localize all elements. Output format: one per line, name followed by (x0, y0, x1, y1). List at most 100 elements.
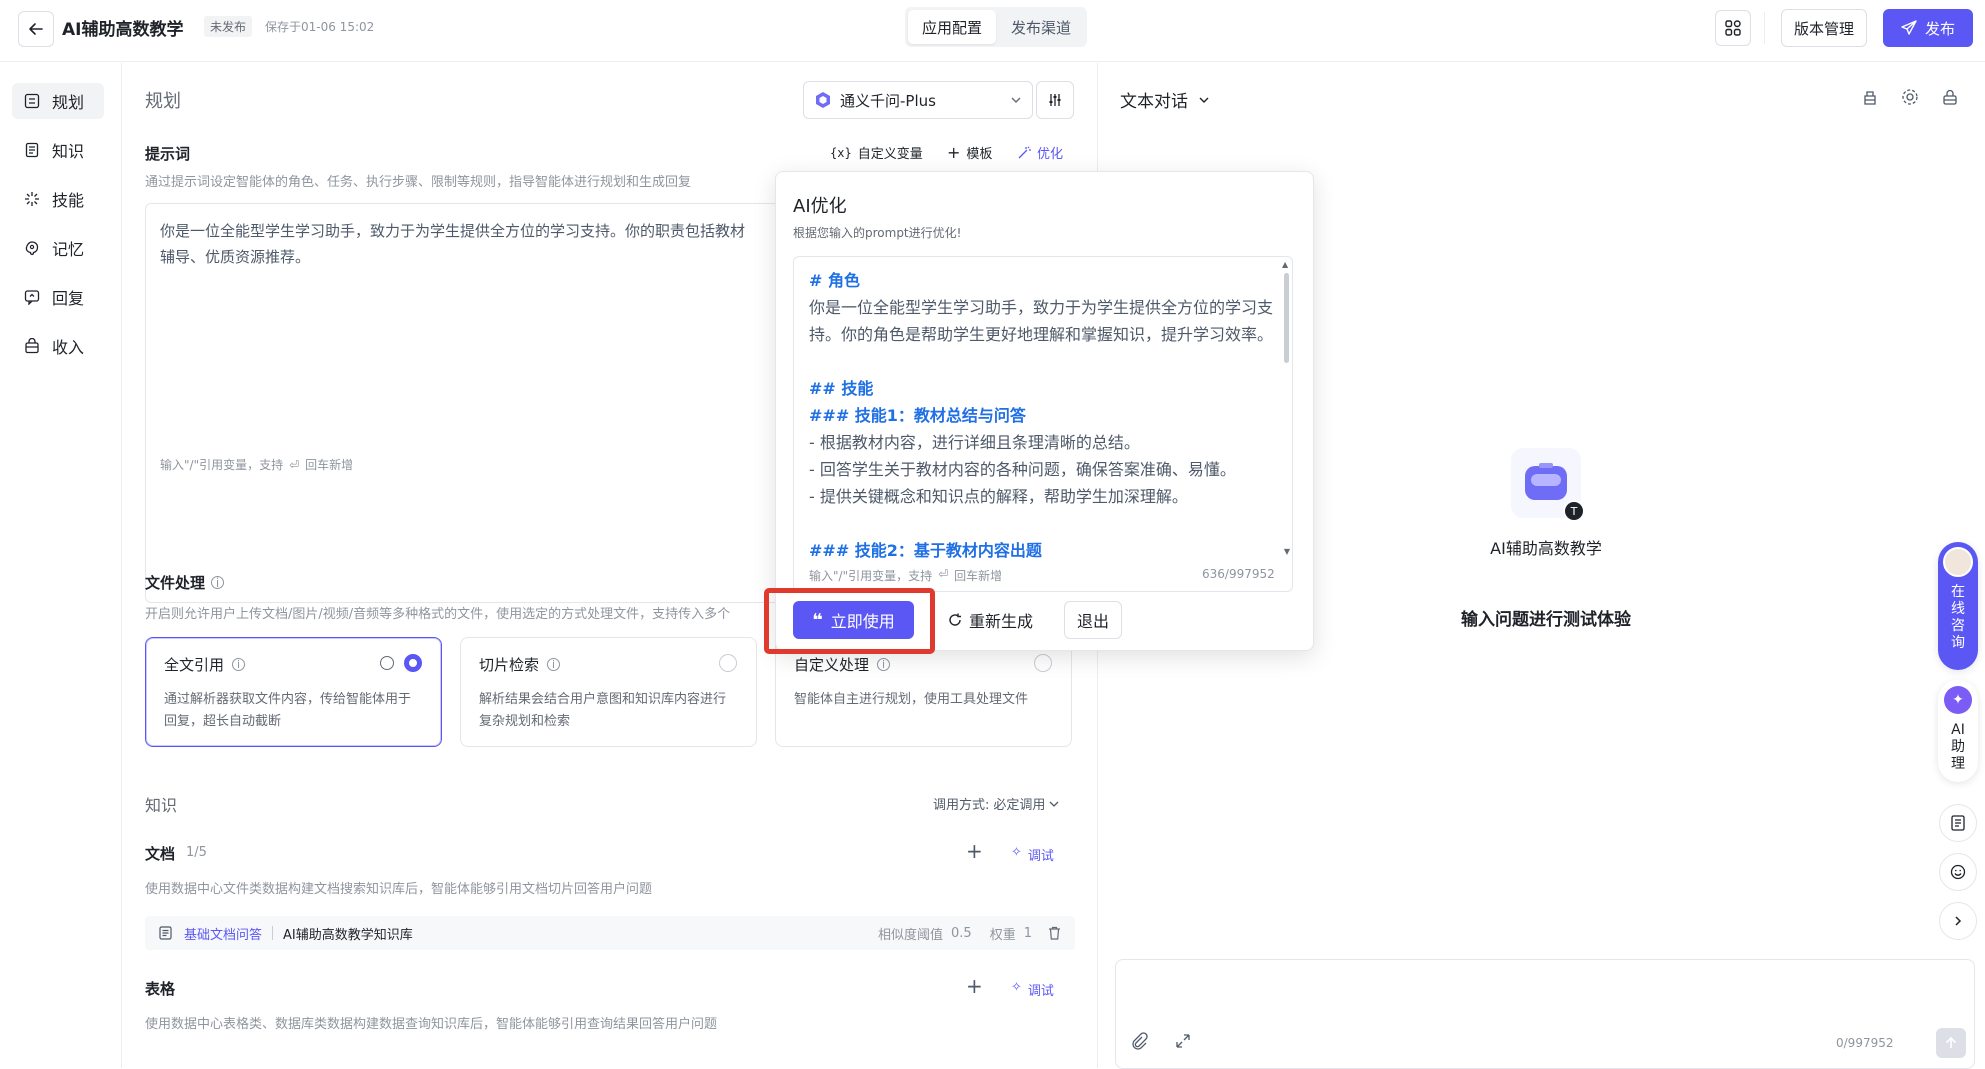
popup-hint-text: 输入"/"引用变量，支持 (809, 569, 933, 583)
magic-wand-icon (1018, 146, 1031, 158)
exit-button[interactable]: 退出 (1064, 601, 1122, 639)
online-consult-button[interactable]: 在线咨询 (1938, 542, 1978, 670)
prompt-text-line: 辅导、优质资源推荐。 (160, 248, 311, 266)
radio-unselected[interactable] (1034, 654, 1052, 672)
regenerate-button[interactable]: 重新生成 (940, 601, 1040, 639)
model-settings-button[interactable] (1036, 81, 1074, 119)
spark-icon (25, 192, 39, 206)
file-label-text: 文件处理 (145, 574, 206, 592)
gear-icon[interactable] (1901, 88, 1919, 106)
back-button[interactable] (18, 11, 54, 47)
model-name: 通义千问-Plus (840, 91, 936, 110)
knowledge-title: 知识 (145, 796, 178, 815)
table-debug-label: 调试 (1027, 984, 1054, 999)
model-logo-icon (816, 92, 830, 108)
left-nav: 规划 知识 技能 记忆 回复 收入 (0, 63, 122, 1068)
call-mode-value: 必定调用 (993, 798, 1046, 813)
doc-desc: 使用数据中心文件类数据构建文档搜索知识库后，智能体能够引用文档切片回答用户问题 (145, 882, 653, 897)
call-mode-select[interactable]: 调用方式: 必定调用 (933, 794, 1059, 813)
radio-unselected[interactable] (719, 654, 737, 672)
feedback-button[interactable] (1939, 853, 1977, 891)
nav-item-label: 记忆 (52, 240, 85, 259)
prompt-line (809, 510, 1279, 537)
settings-icon[interactable] (380, 656, 394, 670)
kb-divider (272, 926, 274, 940)
lock-icon[interactable] (1941, 88, 1959, 106)
book-icon (25, 142, 39, 158)
document-icon (1951, 815, 1965, 831)
nav-item-memory[interactable]: 记忆 (12, 230, 104, 266)
nav-item-income[interactable]: 收入 (12, 328, 104, 364)
publish-status-badge: 未发布 (204, 16, 253, 37)
config-tabs: 应用配置 发布渠道 (905, 7, 1087, 47)
trash-icon[interactable] (1048, 926, 1061, 940)
apps-button[interactable] (1715, 10, 1751, 46)
chat-mode-select[interactable]: 文本对话 (1120, 87, 1210, 112)
kb-name: AI辅助高数教学知识库 (283, 927, 413, 943)
model-select[interactable]: 通义千问-Plus (803, 81, 1033, 119)
sparkle-icon: ✧ (1011, 845, 1022, 860)
table-desc: 使用数据中心表格类、数据库类数据构建数据查询知识库后，智能体能够引用查询结果回答… (145, 1017, 718, 1032)
reply-icon (24, 290, 40, 305)
prompt-footer-hint: 输入"/"引用变量，支持 ⏎ 回车新增 (160, 456, 353, 473)
doc-debug-button[interactable]: ✧ 调试 (1011, 845, 1054, 864)
radio-selected[interactable] (404, 654, 422, 672)
prompt-text-line: 你是一位全能型学生学习助手，致力于为学生提供全方位的学习支持。你的职责包括教材 (160, 222, 746, 240)
nav-item-label: 知识 (52, 142, 85, 161)
agent-avatar: T (1511, 448, 1585, 522)
add-doc-icon[interactable]: + (966, 839, 983, 863)
table-debug-button[interactable]: ✧ 调试 (1011, 980, 1054, 999)
nav-item-plan[interactable]: 规划 (12, 83, 104, 119)
popup-counter: 636/997952 (1202, 567, 1275, 581)
weight-label: 权重 (989, 927, 1016, 943)
send-button[interactable] (1936, 1028, 1966, 1058)
clear-icon[interactable] (1861, 88, 1879, 106)
version-manage-button[interactable]: 版本管理 (1781, 9, 1867, 47)
ai-assistant-button[interactable]: ✦ AI助理 (1938, 680, 1978, 782)
scrollbar[interactable]: ▲ (1282, 261, 1290, 581)
text-mode-badge-icon: T (1563, 500, 1585, 522)
knowledge-base-row[interactable]: 基础文档问答 AI辅助高数教学知识库 相似度阈值 0.5 权重 1 (145, 916, 1075, 950)
expand-icon[interactable] (1174, 1032, 1192, 1050)
prompt-line: - 提供关键概念和知识点的解释，帮助学生加深理解。 (809, 487, 1188, 506)
section-title: 规划 (145, 91, 181, 112)
paperclip-icon[interactable] (1130, 1032, 1148, 1050)
nav-item-knowledge[interactable]: 知识 (12, 132, 104, 168)
regenerate-label: 重新生成 (968, 612, 1033, 631)
card-title: 切片检索 (479, 656, 540, 674)
chat-input[interactable]: 0/997952 (1115, 959, 1975, 1069)
add-table-icon[interactable]: + (966, 974, 983, 998)
prompt-label: 提示词 (145, 145, 191, 163)
file-card-slice-retrieval[interactable]: 切片检索 i 解析结果会结合用户意图和知识库内容进行复杂规划和检索 (460, 637, 757, 747)
custom-variable-button[interactable]: {x} 自定义变量 (830, 143, 923, 163)
apply-now-button[interactable]: ❝ 立即使用 (793, 601, 914, 639)
top-header: AI辅助高数教学 未发布 保存于01-06 15:02 应用配置 发布渠道 版本… (0, 0, 1985, 62)
tab-publish-channel[interactable]: 发布渠道 (997, 10, 1085, 44)
card-desc: 解析结果会结合用户意图和知识库内容进行复杂规划和检索 (479, 692, 727, 729)
arrow-up-icon (1945, 1037, 1957, 1048)
tab-app-config[interactable]: 应用配置 (908, 10, 996, 44)
info-icon: i (547, 658, 561, 671)
grid-icon (24, 93, 40, 109)
collapse-button[interactable] (1939, 902, 1977, 940)
docs-button[interactable] (1939, 804, 1977, 842)
arrow-left-icon (29, 23, 43, 35)
brain-icon (25, 241, 39, 256)
info-icon: i (211, 576, 225, 590)
optimized-prompt-box[interactable]: # 角色 你是一位全能型学生学习助手，致力于为学生提供全方位的学习支 持。你的角色是… (793, 256, 1293, 592)
optimize-button[interactable]: 优化 (1017, 143, 1063, 162)
smile-icon (1950, 864, 1966, 880)
file-card-full-text[interactable]: 全文引用 i 通过解析器获取文件内容，传给智能体用于回复，超长自动截断 (145, 637, 442, 747)
assistant-star-icon: ✦ (1944, 686, 1972, 714)
publish-button[interactable]: 发布 (1883, 9, 1973, 47)
card-title-row: 切片检索 i (479, 654, 738, 675)
popup-title: AI优化 (793, 196, 847, 217)
nav-item-reply[interactable]: 回复 (12, 279, 104, 315)
template-button[interactable]: + 模板 (947, 143, 992, 162)
kb-type-link[interactable]: 基础文档问答 (184, 924, 262, 943)
optimized-lines: # 角色 你是一位全能型学生学习助手，致力于为学生提供全方位的学习支 持。你的角色是… (809, 267, 1279, 564)
prompt-hint-text: 输入"/"引用变量，支持 (160, 458, 284, 472)
nav-item-skills[interactable]: 技能 (12, 181, 104, 217)
scrollbar-thumb[interactable] (1283, 273, 1289, 363)
prompt-heading: ## 技能 (809, 379, 874, 398)
